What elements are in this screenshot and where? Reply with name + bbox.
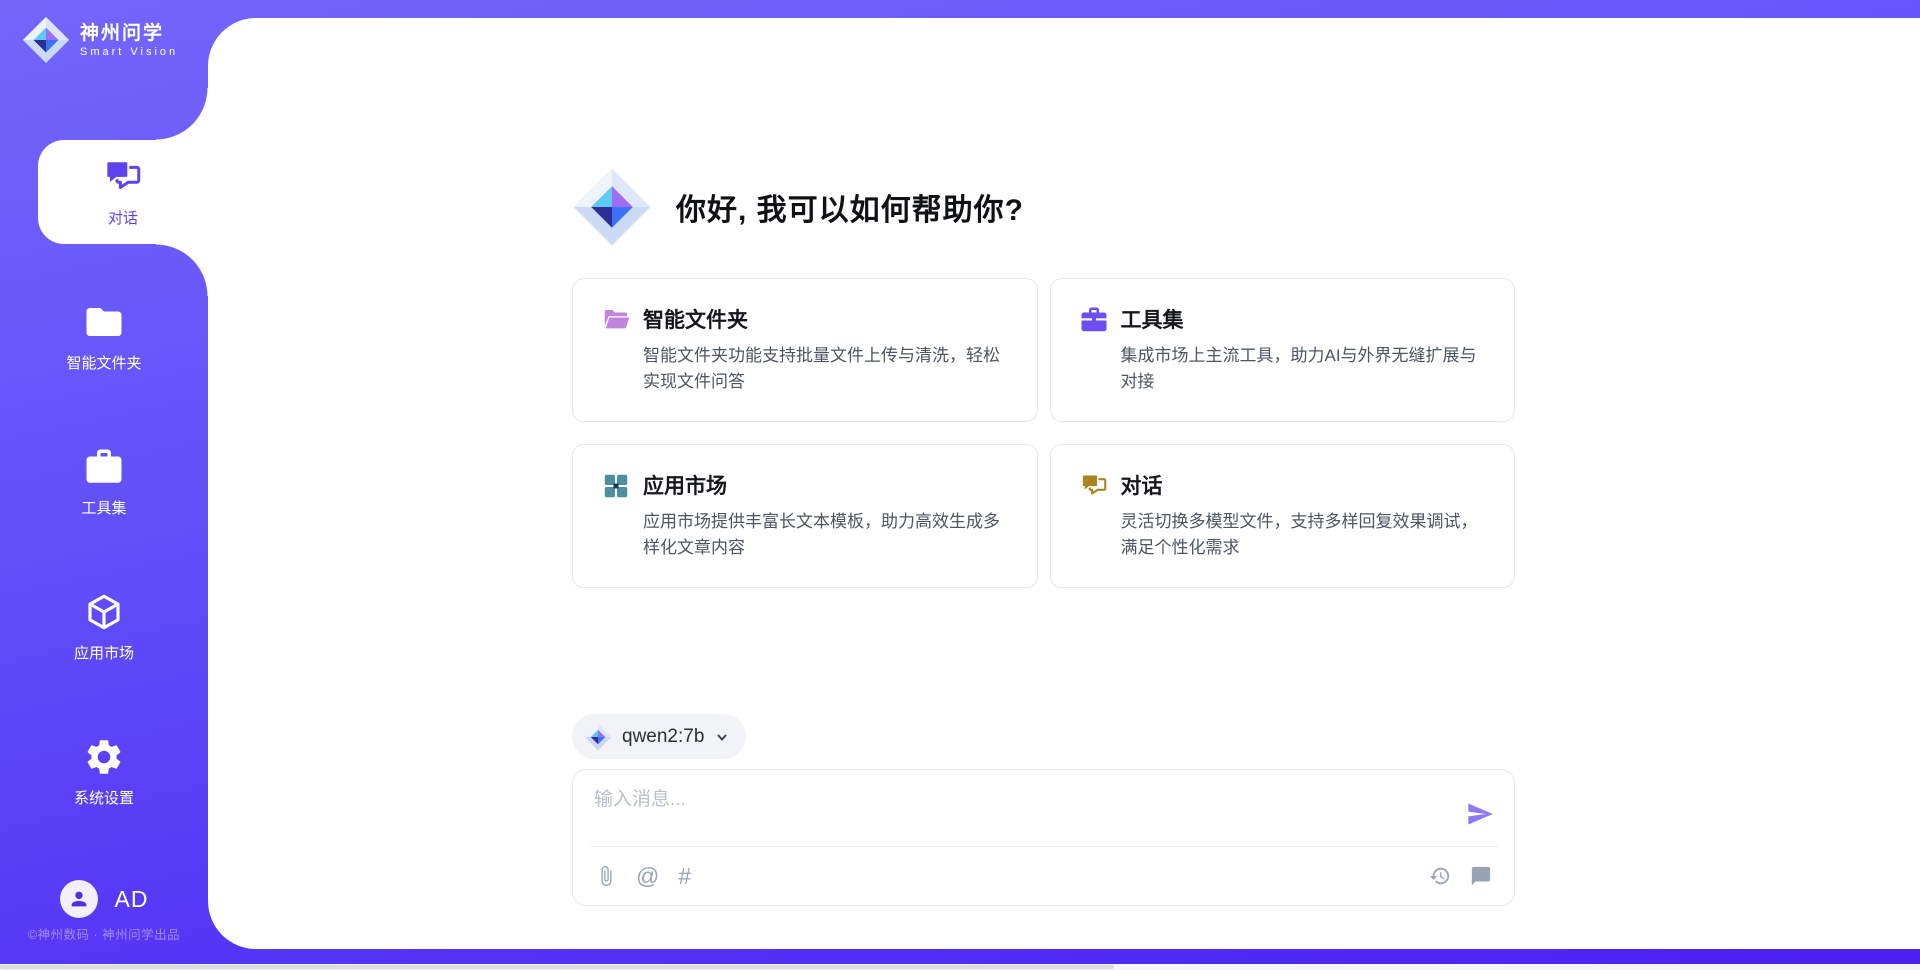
sidebar-item-app-market[interactable]: 应用市场 <box>0 575 208 679</box>
card-description: 应用市场提供丰富长文本模板，助力高效生成多样化文章内容 <box>643 509 1007 560</box>
hashtag-icon[interactable]: # <box>678 865 691 888</box>
brand-name: 神州问学 <box>80 22 178 46</box>
sidebar-item-label: 对话 <box>108 207 138 228</box>
main-panel: 你好, 我可以如何帮助你? 智能文件夹 智能文件夹功能支持批量文件上传与清洗，轻… <box>208 18 1920 949</box>
send-icon <box>1466 800 1494 828</box>
model-name: qwen2:7b <box>622 726 704 748</box>
card-chat[interactable]: 对话 灵活切换多模型文件，支持多样回复效果调试，满足个性化需求 <box>1050 444 1516 588</box>
card-title: 工具集 <box>1121 304 1485 334</box>
composer-toolbar: @ # <box>595 847 1492 905</box>
brand-subtitle: Smart Vision <box>80 46 178 58</box>
composer-area: qwen2:7b @ # <box>572 714 1515 906</box>
model-diamond-icon <box>584 723 612 751</box>
chat-icon <box>102 156 144 198</box>
avatar <box>60 880 98 918</box>
user-account[interactable]: AD <box>0 880 208 918</box>
sidebar-item-chat[interactable]: 对话 <box>38 140 208 244</box>
person-icon <box>68 888 90 910</box>
sidebar-item-smart-folder[interactable]: 智能文件夹 <box>0 285 208 389</box>
message-input[interactable] <box>594 784 1444 816</box>
card-title: 智能文件夹 <box>643 304 1007 334</box>
brand-logo: 神州问学 Smart Vision <box>0 0 208 64</box>
horizontal-scrollbar[interactable] <box>0 964 1920 970</box>
briefcase-icon <box>83 446 125 488</box>
copyright-footer: ©神州数码 · 神州问学出品 <box>0 924 208 943</box>
mention-icon[interactable]: @ <box>636 865 659 888</box>
chat-icon <box>1079 471 1109 501</box>
apps-grid-icon <box>601 471 631 501</box>
sidebar-item-label: 智能文件夹 <box>66 352 141 373</box>
sidebar-item-label: 应用市场 <box>74 642 134 663</box>
chevron-down-icon <box>714 729 730 745</box>
user-initials: AD <box>115 886 149 913</box>
cube-icon <box>83 591 125 633</box>
scrollbar-thumb[interactable] <box>0 965 1114 969</box>
card-description: 灵活切换多模型文件，支持多样回复效果调试，满足个性化需求 <box>1121 509 1485 560</box>
card-title: 应用市场 <box>643 470 1007 500</box>
brand-diamond-icon <box>22 16 70 64</box>
folder-open-icon <box>601 305 631 335</box>
card-app-market[interactable]: 应用市场 应用市场提供丰富长文本模板，助力高效生成多样化文章内容 <box>572 444 1038 588</box>
greeting-title: 你好, 我可以如何帮助你? <box>676 185 1024 229</box>
card-title: 对话 <box>1121 470 1485 500</box>
card-description: 智能文件夹功能支持批量文件上传与清洗，轻松实现文件问答 <box>643 343 1007 394</box>
card-smart-folder[interactable]: 智能文件夹 智能文件夹功能支持批量文件上传与清洗，轻松实现文件问答 <box>572 278 1038 422</box>
folder-icon <box>83 301 125 343</box>
brand-diamond-icon <box>572 167 652 247</box>
attach-file-icon[interactable] <box>595 865 617 887</box>
briefcase-icon <box>1079 305 1109 335</box>
sidebar-item-label: 系统设置 <box>74 787 134 808</box>
card-description: 集成市场上主流工具，助力AI与外界无缝扩展与对接 <box>1121 343 1485 394</box>
send-button[interactable] <box>1466 800 1494 828</box>
feature-cards: 智能文件夹 智能文件夹功能支持批量文件上传与清洗，轻松实现文件问答 工具集 集成… <box>572 278 1515 588</box>
history-icon[interactable] <box>1429 865 1451 887</box>
gear-icon <box>83 736 125 778</box>
sidebar: 神州问学 Smart Vision 对话 智能文件夹 工具集 应用市场 系统设置… <box>0 0 208 970</box>
sidebar-item-toolset[interactable]: 工具集 <box>0 430 208 534</box>
welcome-section: 你好, 我可以如何帮助你? 智能文件夹 智能文件夹功能支持批量文件上传与清洗，轻… <box>572 167 1515 588</box>
sidebar-item-label: 工具集 <box>81 497 126 518</box>
card-toolset[interactable]: 工具集 集成市场上主流工具，助力AI与外界无缝扩展与对接 <box>1050 278 1516 422</box>
sidebar-item-settings[interactable]: 系统设置 <box>0 720 208 824</box>
model-selector[interactable]: qwen2:7b <box>572 714 746 759</box>
greeting: 你好, 我可以如何帮助你? <box>572 167 1515 247</box>
chat-bubble-icon[interactable] <box>1470 865 1492 887</box>
message-composer: @ # <box>572 769 1515 906</box>
